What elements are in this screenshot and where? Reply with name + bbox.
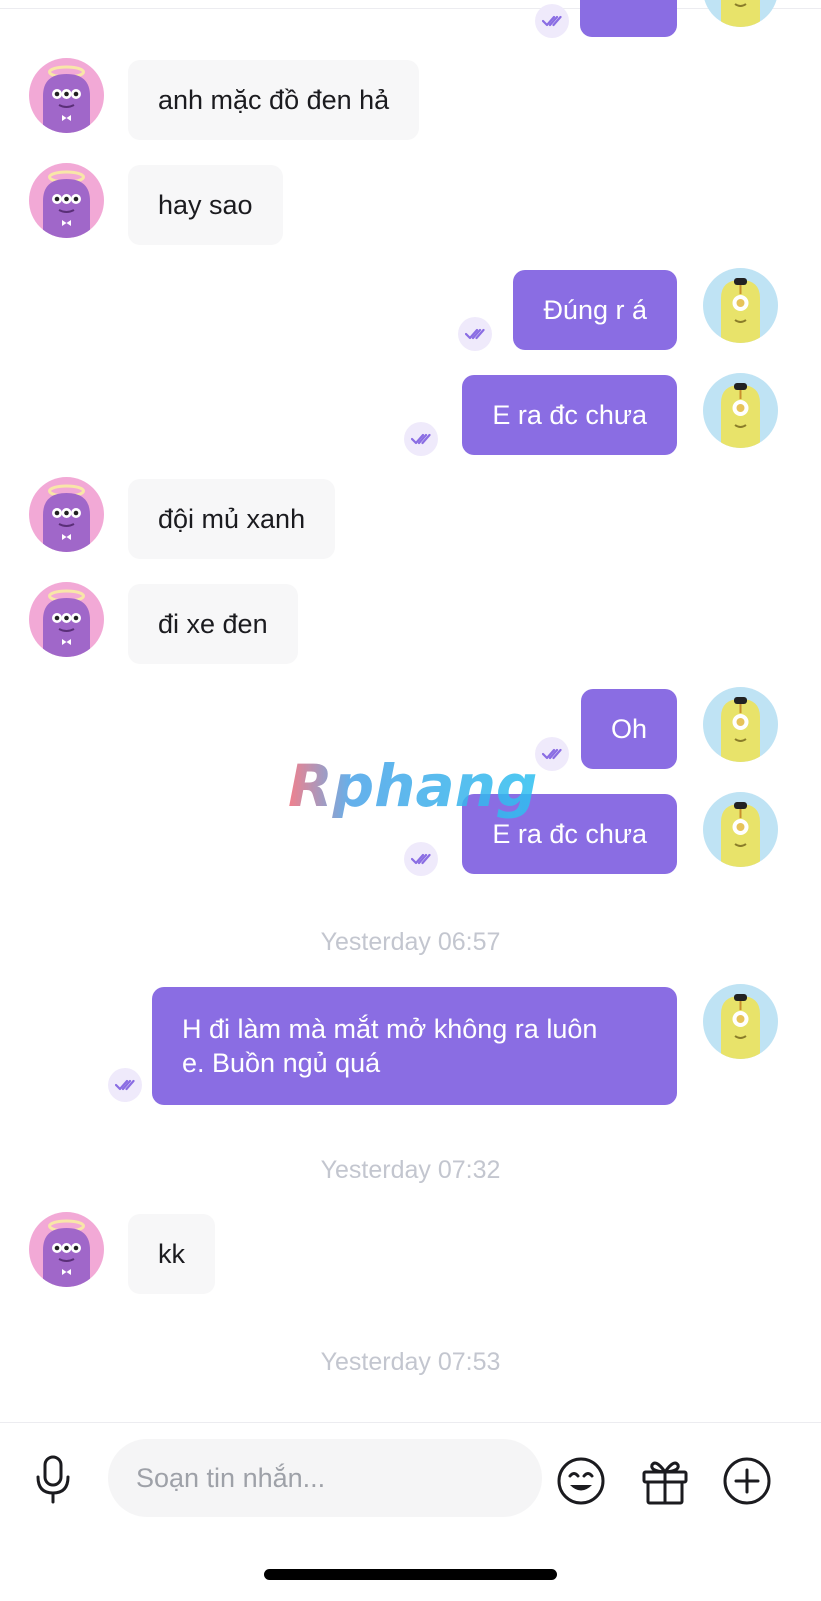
- contact-avatar[interactable]: [29, 477, 104, 552]
- my-avatar[interactable]: [703, 984, 778, 1059]
- message-bubble-incoming[interactable]: đi xe đen: [128, 584, 298, 664]
- my-avatar[interactable]: [703, 0, 778, 27]
- watermark-text: Rphang: [288, 752, 536, 820]
- message-bubble-incoming[interactable]: kk: [128, 1214, 215, 1294]
- chat-message-list[interactable]: anh mặc đồ đen hả hay sao Đúng r á E ra …: [0, 0, 821, 1422]
- my-avatar[interactable]: [703, 792, 778, 867]
- gift-icon[interactable]: [640, 1456, 690, 1506]
- rphang-watermark-logo: Rphang: [288, 752, 536, 820]
- message-input[interactable]: [108, 1439, 542, 1517]
- message-bubble-incoming[interactable]: hay sao: [128, 165, 283, 245]
- message-bubble-outgoing[interactable]: Oh: [580, 689, 677, 769]
- microphone-icon[interactable]: [33, 1455, 73, 1505]
- message-bubble-outgoing-partial[interactable]: [580, 0, 677, 37]
- message-bubble-incoming[interactable]: đội mủ xanh: [128, 479, 336, 559]
- read-receipt-icon: [404, 422, 438, 456]
- emoji-icon[interactable]: [556, 1456, 606, 1506]
- timestamp: Yesterday 06:57: [320, 928, 501, 956]
- contact-avatar[interactable]: [29, 582, 104, 657]
- my-avatar[interactable]: [703, 268, 778, 343]
- read-receipt-icon: [535, 4, 569, 38]
- message-bubble-outgoing[interactable]: Đúng r á: [513, 270, 677, 350]
- read-receipt-icon: [535, 737, 569, 771]
- read-receipt-icon: [458, 317, 492, 351]
- contact-avatar[interactable]: [29, 163, 104, 238]
- top-divider: [0, 8, 821, 9]
- read-receipt-icon: [108, 1068, 142, 1102]
- contact-avatar[interactable]: [29, 1212, 104, 1287]
- add-icon[interactable]: [722, 1456, 772, 1506]
- contact-avatar[interactable]: [29, 58, 104, 133]
- read-receipt-icon: [404, 842, 438, 876]
- message-bubble-outgoing[interactable]: E ra đc chưa: [462, 375, 677, 455]
- message-bubble-incoming[interactable]: anh mặc đồ đen hả: [128, 60, 420, 140]
- timestamp: Yesterday 07:32: [320, 1156, 501, 1184]
- my-avatar[interactable]: [703, 373, 778, 448]
- message-bubble-outgoing[interactable]: H đi làm mà mắt mở không ra luôn e. Buồn…: [152, 987, 677, 1105]
- timestamp: Yesterday 07:53: [320, 1348, 501, 1376]
- home-indicator[interactable]: [264, 1569, 557, 1580]
- my-avatar[interactable]: [703, 687, 778, 762]
